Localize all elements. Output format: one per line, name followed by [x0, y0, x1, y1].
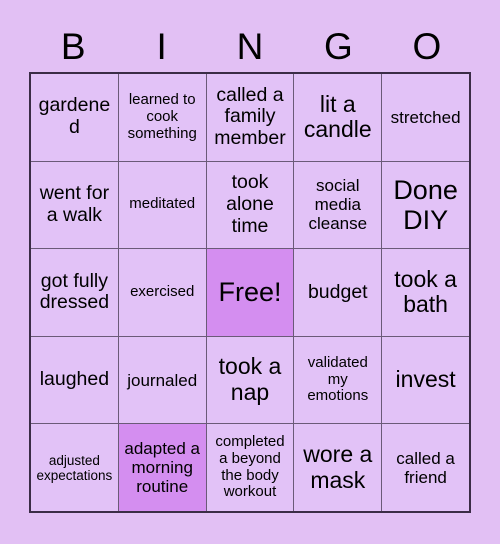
bingo-header-letter-b: B	[60, 25, 86, 67]
bingo-cell[interactable]: took a nap	[206, 336, 294, 424]
bingo-cell[interactable]: wore a mask	[294, 424, 382, 511]
bingo-cell-label: got fully dressed	[39, 269, 110, 314]
bingo-cell-label: took a bath	[394, 265, 457, 318]
bingo-cell[interactable]: laughed	[31, 336, 118, 424]
bingo-cell[interactable]: journaled	[118, 336, 206, 424]
bingo-cell[interactable]: stretched	[382, 74, 469, 161]
bingo-cell[interactable]: completed a beyond the body workout	[206, 424, 294, 511]
bingo-cell-label: went for a walk	[39, 182, 110, 226]
bingo-cell-label: adjusted expectations	[36, 452, 113, 483]
bingo-cell[interactable]: took a bath	[382, 249, 469, 336]
bingo-cell-marked[interactable]: adapted a morning routine	[118, 424, 206, 511]
bingo-cell-label: gardened	[38, 94, 111, 139]
bingo-cell-label: wore a mask	[303, 440, 373, 493]
bingo-cell[interactable]: validated my emotions	[294, 336, 382, 424]
bingo-cell-label: laughed	[39, 368, 110, 391]
bingo-cell-label: meditated	[129, 195, 196, 213]
bingo-cell-label: adapted a morning routine	[124, 439, 201, 497]
bingo-cell-label: completed a beyond the body workout	[215, 433, 285, 501]
bingo-cell-label: social media cleanse	[308, 176, 368, 234]
bingo-cell-label: Free!	[218, 277, 282, 308]
bingo-cell[interactable]: budget	[294, 249, 382, 336]
bingo-cell[interactable]: lit a candle	[294, 74, 382, 161]
bingo-cell[interactable]: invest	[382, 336, 469, 424]
bingo-cell[interactable]: got fully dressed	[31, 249, 118, 336]
bingo-cell-label: exercised	[130, 283, 195, 301]
bingo-header-letter-i: I	[156, 25, 167, 67]
bingo-cell-label: journaled	[127, 370, 198, 390]
bingo-cell[interactable]: exercised	[118, 249, 206, 336]
bingo-cell-label: budget	[307, 280, 368, 303]
bingo-cell-label: Done DIY	[393, 174, 458, 235]
bingo-cell-label: took alone time	[226, 171, 274, 237]
bingo-cell-label: invest	[395, 366, 456, 393]
bingo-header-letter-g: G	[324, 25, 353, 67]
bingo-cell[interactable]: called a friend	[382, 424, 469, 511]
bingo-header-letter-o: O	[412, 25, 442, 67]
bingo-grid: gardened learned to cook something called …	[29, 72, 471, 513]
bingo-header-letter-n: N	[236, 25, 264, 67]
bingo-cell[interactable]: social media cleanse	[294, 161, 382, 249]
bingo-cell-label: validated my emotions	[307, 353, 369, 405]
bingo-cell-label: called a family member	[214, 83, 286, 150]
bingo-cell[interactable]: Done DIY	[382, 161, 469, 249]
bingo-cell-label: lit a candle	[303, 90, 372, 143]
bingo-cell-label: learned to cook something	[127, 91, 197, 142]
bingo-cell[interactable]: called a family member	[206, 74, 294, 161]
bingo-cell-label: stretched	[390, 107, 461, 127]
bingo-card: B I N G O gardened learned to cook something c…	[0, 0, 500, 544]
bingo-cell[interactable]: learned to cook something	[118, 74, 206, 161]
bingo-cell-label: called a friend	[396, 448, 455, 487]
bingo-cell[interactable]: meditated	[118, 161, 206, 249]
bingo-cell[interactable]: adjusted expectations	[31, 424, 118, 511]
bingo-cell[interactable]: took alone time	[206, 161, 294, 249]
bingo-cell-marked[interactable]: Free!	[206, 249, 294, 336]
bingo-cell[interactable]: went for a walk	[31, 161, 118, 249]
bingo-header: BINGO	[29, 20, 471, 72]
bingo-cell[interactable]: gardened	[31, 74, 118, 161]
bingo-cell-label: took a nap	[218, 353, 282, 406]
